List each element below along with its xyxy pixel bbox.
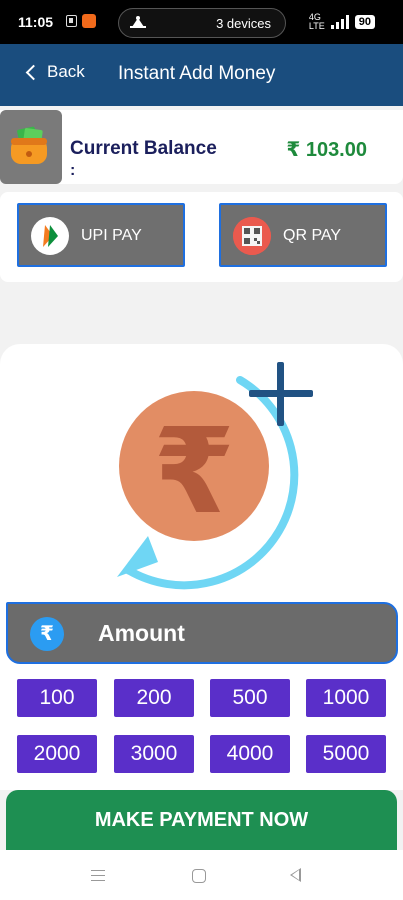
status-bar: 11:05 3 devices 4G LTE 90 [0,0,403,44]
rupee-symbol: ₹ [153,402,235,540]
wallet-icon-box [0,110,62,184]
connected-devices-pill[interactable]: 3 devices [118,8,286,38]
devices-count: 3 devices [216,16,271,31]
balance-card: Current Balance : ₹ 103.00 [0,110,403,184]
rupee-icon: ₹ [30,617,64,651]
plus-icon [249,362,313,426]
wallet-icon [11,126,47,164]
amount-chip-4000[interactable]: 4000 [210,735,290,773]
amount-chip-1000[interactable]: 1000 [306,679,386,717]
home-icon[interactable] [192,869,206,883]
network-type: 4G LTE [308,12,325,31]
upi-pay-label: UPI PAY [81,227,142,244]
amount-chip-200[interactable]: 200 [114,679,194,717]
balance-value: ₹ 103.00 [286,139,367,161]
qr-code-icon [233,217,271,255]
amount-label: Amount [98,620,185,646]
back-label: Back [47,62,85,81]
back-button[interactable]: Back [25,62,85,82]
amount-chip-5000[interactable]: 5000 [306,735,386,773]
status-icons: 4G LTE 90 [309,13,375,31]
balance-label: Current Balance [70,138,217,159]
status-time: 11:05 [18,14,54,30]
qr-pay-label: QR PAY [283,227,342,244]
app-header: Back Instant Add Money [0,44,403,106]
make-payment-button[interactable]: MAKE PAYMENT NOW [6,790,397,850]
signal-icon [330,15,349,29]
back-icon[interactable] [290,868,301,882]
devices-icon [130,16,146,28]
qr-pay-button[interactable]: QR PAY [219,203,387,267]
page-title: Instant Add Money [118,63,276,84]
amount-header: ₹ Amount [6,602,398,664]
app-notification-icon [82,14,96,28]
battery-icon: 90 [354,15,375,29]
amount-section: ₹ Amount 100 200 500 1000 2000 3000 4000… [0,602,403,790]
amount-chip-2000[interactable]: 2000 [17,735,97,773]
upi-pay-button[interactable]: UPI PAY [17,203,185,267]
add-money-illustration: ₹ [0,344,403,604]
payment-methods: UPI PAY QR PAY [0,192,403,282]
amount-chip-3000[interactable]: 3000 [114,735,194,773]
system-nav-bar [0,850,403,900]
chevron-left-icon [25,64,42,80]
amount-chip-100[interactable]: 100 [17,679,97,717]
balance-colon: : [70,162,76,179]
menu-icon[interactable] [91,870,105,881]
amount-chip-500[interactable]: 500 [210,679,290,717]
upi-icon [31,217,69,255]
sim-icon [66,15,77,27]
